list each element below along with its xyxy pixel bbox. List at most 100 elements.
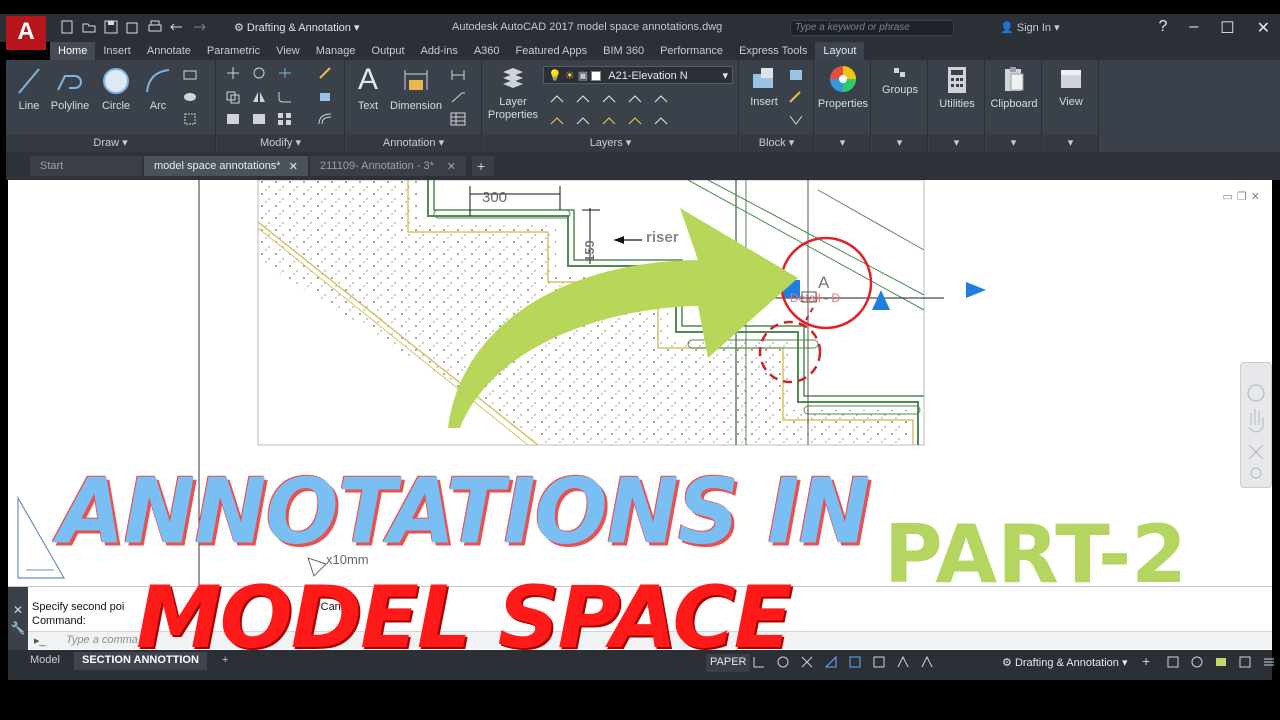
tab-a360[interactable]: A360 xyxy=(466,42,508,60)
block-attributes-icon[interactable] xyxy=(788,112,804,126)
layer-unisolate-icon[interactable] xyxy=(575,114,591,128)
isodraft-icon[interactable] xyxy=(824,655,838,669)
trim-icon[interactable] xyxy=(277,66,293,80)
close-command-line-icon[interactable]: ✕ xyxy=(8,603,28,617)
layer-unlock-icon[interactable] xyxy=(627,114,643,128)
workspace-switch[interactable]: ⚙ Drafting & Annotation ▾ xyxy=(1002,656,1127,669)
line-tool[interactable]: Line xyxy=(14,66,44,112)
tab-manage[interactable]: Manage xyxy=(308,42,364,60)
create-block-icon[interactable] xyxy=(788,68,804,82)
annotation-scale-icon[interactable] xyxy=(896,655,910,669)
block-panel-title[interactable]: Block ▾ xyxy=(740,135,813,152)
layer-dropdown[interactable]: 💡 ☀ ▣ A21-Elevation N ▾ xyxy=(543,66,733,84)
clipboard-panel-expand[interactable]: ▾ xyxy=(986,135,1041,152)
undo-icon[interactable] xyxy=(170,20,184,34)
utilities-panel[interactable]: Utilities ▾ xyxy=(929,60,985,152)
steering-wheel-icon[interactable] xyxy=(1247,384,1265,402)
save-as-icon[interactable] xyxy=(126,20,140,34)
osnap-icon[interactable] xyxy=(800,655,814,669)
customize-icon[interactable]: 🔧 xyxy=(8,621,28,635)
layer-current-icon[interactable] xyxy=(653,114,669,128)
tab-parametric[interactable]: Parametric xyxy=(199,42,268,60)
plus-icon[interactable]: + xyxy=(1142,654,1156,669)
minimize-button[interactable]: – xyxy=(1189,18,1198,38)
draw-panel-title[interactable]: Draw ▾ xyxy=(6,135,215,152)
plot-icon[interactable] xyxy=(148,20,162,34)
open-file-icon[interactable] xyxy=(82,20,96,34)
tab-output[interactable]: Output xyxy=(364,42,413,60)
new-file-icon[interactable] xyxy=(60,20,74,34)
restore-viewport-icon[interactable]: ❐ xyxy=(1237,190,1247,203)
zoom-icon[interactable] xyxy=(1248,444,1264,460)
hatch-icon[interactable] xyxy=(182,90,198,104)
layer-properties-tool[interactable]: Layer Properties xyxy=(485,66,541,122)
edit-block-icon[interactable] xyxy=(788,90,804,104)
minimize-viewport-icon[interactable]: ▭ xyxy=(1223,190,1233,203)
layer-lock-icon[interactable] xyxy=(627,92,643,106)
layer-isolate-icon[interactable] xyxy=(575,92,591,106)
close-viewport-icon[interactable]: ✕ xyxy=(1251,190,1260,203)
layer-off-icon[interactable] xyxy=(549,92,565,106)
sign-in-button[interactable]: 👤 Sign In ▾ xyxy=(1000,21,1060,34)
table-icon[interactable] xyxy=(450,112,466,126)
tab-express-tools[interactable]: Express Tools xyxy=(731,42,815,60)
erase-icon[interactable] xyxy=(317,66,333,80)
stretch-icon[interactable] xyxy=(225,112,241,126)
tab-featured-apps[interactable]: Featured Apps xyxy=(508,42,596,60)
tab-view[interactable]: View xyxy=(268,42,308,60)
help-icon[interactable]: ? xyxy=(1158,18,1167,38)
arc-tool[interactable]: Arc xyxy=(142,66,174,112)
pan-hand-icon[interactable] xyxy=(1248,409,1264,433)
layer-freeze-icon[interactable] xyxy=(601,92,617,106)
insert-block-tool[interactable]: Insert xyxy=(744,66,784,108)
tab-home[interactable]: Home xyxy=(50,42,96,60)
orbit-icon[interactable] xyxy=(1250,467,1262,479)
maximize-button[interactable]: ☐ xyxy=(1220,18,1234,38)
groups-panel[interactable]: Groups ▾ xyxy=(872,60,928,152)
isolate-objects-icon[interactable] xyxy=(1190,655,1204,669)
boundary-icon[interactable] xyxy=(182,112,198,126)
rectangle-icon[interactable] xyxy=(182,68,198,82)
tab-insert[interactable]: Insert xyxy=(95,42,139,60)
dimension-tool[interactable]: Dimension xyxy=(388,66,444,112)
close-tab-icon[interactable]: ✕ xyxy=(289,160,298,173)
layer-walk-icon[interactable] xyxy=(549,114,565,128)
tab-layout[interactable]: Layout xyxy=(815,42,865,60)
properties-panel-expand[interactable]: ▾ xyxy=(815,135,870,152)
tab-performance[interactable]: Performance xyxy=(652,42,731,60)
scale-icon[interactable] xyxy=(251,112,267,126)
fillet-icon[interactable] xyxy=(277,90,293,104)
search-input[interactable]: Type a keyword or phrase xyxy=(790,20,954,36)
leader-icon[interactable] xyxy=(450,90,466,104)
linear-dim-icon[interactable] xyxy=(450,68,466,82)
move-icon[interactable] xyxy=(225,66,241,80)
view-panel[interactable]: View ▾ xyxy=(1043,60,1099,152)
annotation-panel-title[interactable]: Annotation ▾ xyxy=(346,135,481,152)
rotate-icon[interactable] xyxy=(251,66,267,80)
close-button[interactable]: ✕ xyxy=(1257,18,1270,38)
groups-panel-expand[interactable]: ▾ xyxy=(872,135,927,152)
polyline-tool[interactable]: Polyline xyxy=(46,66,94,112)
tab-annotate[interactable]: Annotate xyxy=(139,42,199,60)
model-tab[interactable]: Model xyxy=(22,652,68,670)
view-panel-expand[interactable]: ▾ xyxy=(1043,135,1098,152)
clean-screen-icon[interactable] xyxy=(1238,655,1252,669)
clipboard-panel[interactable]: Clipboard ▾ xyxy=(986,60,1042,152)
copy-icon[interactable] xyxy=(225,90,241,104)
explode-icon[interactable] xyxy=(317,90,333,104)
circle-tool[interactable]: Circle xyxy=(98,66,134,112)
text-tool[interactable]: A Text xyxy=(352,64,384,113)
tab-add-ins[interactable]: Add-ins xyxy=(413,42,466,60)
object-snap-icon[interactable] xyxy=(848,655,862,669)
layers-panel-title[interactable]: Layers ▾ xyxy=(483,135,738,152)
array-icon[interactable] xyxy=(277,112,293,126)
layer-match-icon[interactable] xyxy=(653,92,669,106)
doc-tab-start[interactable]: Start xyxy=(30,156,142,176)
offset-icon[interactable] xyxy=(317,112,333,126)
workspace-dropdown[interactable]: ⚙ Drafting & Annotation ▾ xyxy=(234,21,359,34)
redo-icon[interactable] xyxy=(192,20,206,34)
annotation-visibility-icon[interactable] xyxy=(920,655,934,669)
new-tab-button[interactable]: + xyxy=(472,156,494,176)
doc-tab-annotation-3[interactable]: 211109- Annotation - 3* ✕ xyxy=(310,156,466,176)
mirror-icon[interactable] xyxy=(251,90,267,104)
